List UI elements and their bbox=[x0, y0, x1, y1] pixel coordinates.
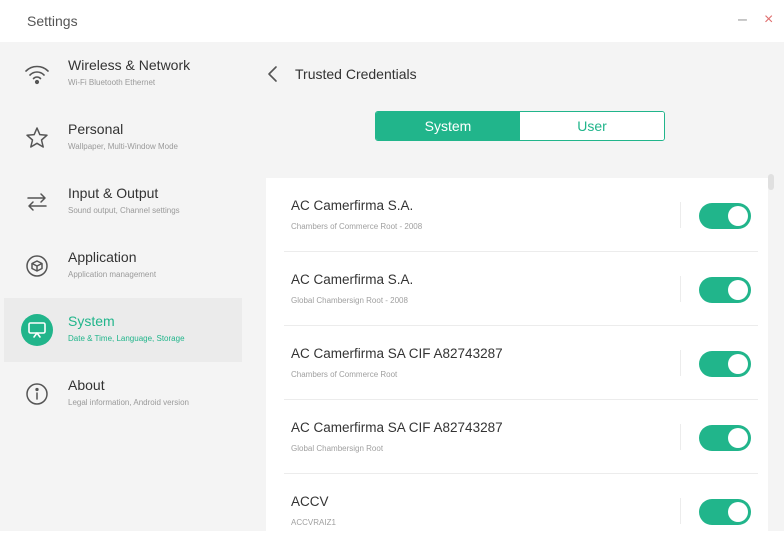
sidebar-item-application[interactable]: Application Application management bbox=[4, 234, 242, 298]
back-button[interactable] bbox=[264, 64, 282, 84]
minimize-button[interactable]: – bbox=[738, 11, 747, 29]
chevron-left-icon bbox=[268, 66, 277, 82]
info-icon bbox=[21, 378, 53, 410]
sidebar-item-sublabel: Date & Time, Language, Storage bbox=[68, 334, 185, 343]
sidebar-item-sublabel: Wallpaper, Multi-Window Mode bbox=[68, 142, 178, 151]
sidebar: Wireless & Network Wi-Fi Bluetooth Ether… bbox=[0, 42, 242, 531]
sidebar-item-label: Personal bbox=[68, 121, 124, 137]
divider bbox=[680, 276, 681, 302]
divider bbox=[680, 202, 681, 228]
tab-user[interactable]: User bbox=[520, 112, 664, 140]
credential-name: ACCV bbox=[291, 494, 329, 509]
divider bbox=[680, 498, 681, 524]
toggle-knob bbox=[728, 206, 748, 226]
sidebar-item-sublabel: Sound output, Channel settings bbox=[68, 206, 180, 215]
toggle-knob bbox=[728, 280, 748, 300]
list-item[interactable]: AC Camerfirma SA CIF A82743287 Chambers … bbox=[266, 326, 768, 400]
credential-subtitle: Chambers of Commerce Root - 2008 bbox=[291, 222, 423, 231]
sidebar-item-label: About bbox=[68, 377, 105, 393]
cube-icon bbox=[21, 250, 53, 282]
sidebar-item-sublabel: Wi-Fi Bluetooth Ethernet bbox=[68, 78, 156, 87]
scrollbar[interactable] bbox=[768, 174, 774, 190]
credential-subtitle: Chambers of Commerce Root bbox=[291, 370, 398, 379]
sidebar-item-sublabel: Legal information, Android version bbox=[68, 398, 189, 407]
sidebar-item-label: Application bbox=[68, 249, 137, 265]
sidebar-item-label: System bbox=[68, 313, 115, 329]
swap-arrows-icon bbox=[21, 186, 53, 218]
credential-subtitle: ACCVRAIZ1 bbox=[291, 518, 336, 527]
credential-toggle[interactable] bbox=[699, 351, 751, 377]
main-panel: Trusted Credentials System User AC Camer… bbox=[242, 42, 784, 531]
credentials-list[interactable]: AC Camerfirma S.A. Chambers of Commerce … bbox=[266, 178, 768, 531]
sidebar-item-label: Wireless & Network bbox=[68, 57, 191, 73]
credential-subtitle: Global Chambersign Root - 2008 bbox=[291, 296, 408, 305]
credential-name: AC Camerfirma SA CIF A82743287 bbox=[291, 346, 503, 361]
toggle-knob bbox=[728, 502, 748, 522]
star-icon bbox=[21, 122, 53, 154]
sidebar-item-sublabel: Application management bbox=[68, 270, 157, 279]
divider bbox=[680, 350, 681, 376]
window-title: Settings bbox=[27, 13, 78, 29]
credential-type-tabs: System User bbox=[375, 111, 665, 141]
title-bar: Settings – × bbox=[0, 0, 784, 43]
page-title: Trusted Credentials bbox=[295, 66, 417, 82]
sidebar-item-system[interactable]: System Date & Time, Language, Storage bbox=[4, 298, 242, 362]
list-item[interactable]: AC Camerfirma S.A. Chambers of Commerce … bbox=[266, 178, 768, 252]
credential-toggle[interactable] bbox=[699, 277, 751, 303]
toggle-knob bbox=[728, 354, 748, 374]
wifi-icon bbox=[21, 58, 53, 90]
credential-name: AC Camerfirma SA CIF A82743287 bbox=[291, 420, 503, 435]
credential-toggle[interactable] bbox=[699, 203, 751, 229]
monitor-icon bbox=[21, 314, 53, 346]
close-button[interactable]: × bbox=[764, 11, 773, 29]
toggle-knob bbox=[728, 428, 748, 448]
list-item[interactable]: AC Camerfirma S.A. Global Chambersign Ro… bbox=[266, 252, 768, 326]
list-item[interactable]: AC Camerfirma SA CIF A82743287 Global Ch… bbox=[266, 400, 768, 474]
sidebar-item-input-output[interactable]: Input & Output Sound output, Channel set… bbox=[4, 170, 242, 234]
tab-system[interactable]: System bbox=[376, 112, 520, 140]
credential-toggle[interactable] bbox=[699, 499, 751, 525]
sidebar-item-wireless-network[interactable]: Wireless & Network Wi-Fi Bluetooth Ether… bbox=[4, 42, 242, 106]
credential-toggle[interactable] bbox=[699, 425, 751, 451]
list-item[interactable]: ACCV ACCVRAIZ1 bbox=[266, 474, 768, 548]
sidebar-item-personal[interactable]: Personal Wallpaper, Multi-Window Mode bbox=[4, 106, 242, 170]
credential-name: AC Camerfirma S.A. bbox=[291, 198, 414, 213]
credential-name: AC Camerfirma S.A. bbox=[291, 272, 414, 287]
sidebar-item-label: Input & Output bbox=[68, 185, 159, 201]
divider bbox=[680, 424, 681, 450]
credential-subtitle: Global Chambersign Root bbox=[291, 444, 384, 453]
sidebar-item-about[interactable]: About Legal information, Android version bbox=[4, 362, 242, 426]
